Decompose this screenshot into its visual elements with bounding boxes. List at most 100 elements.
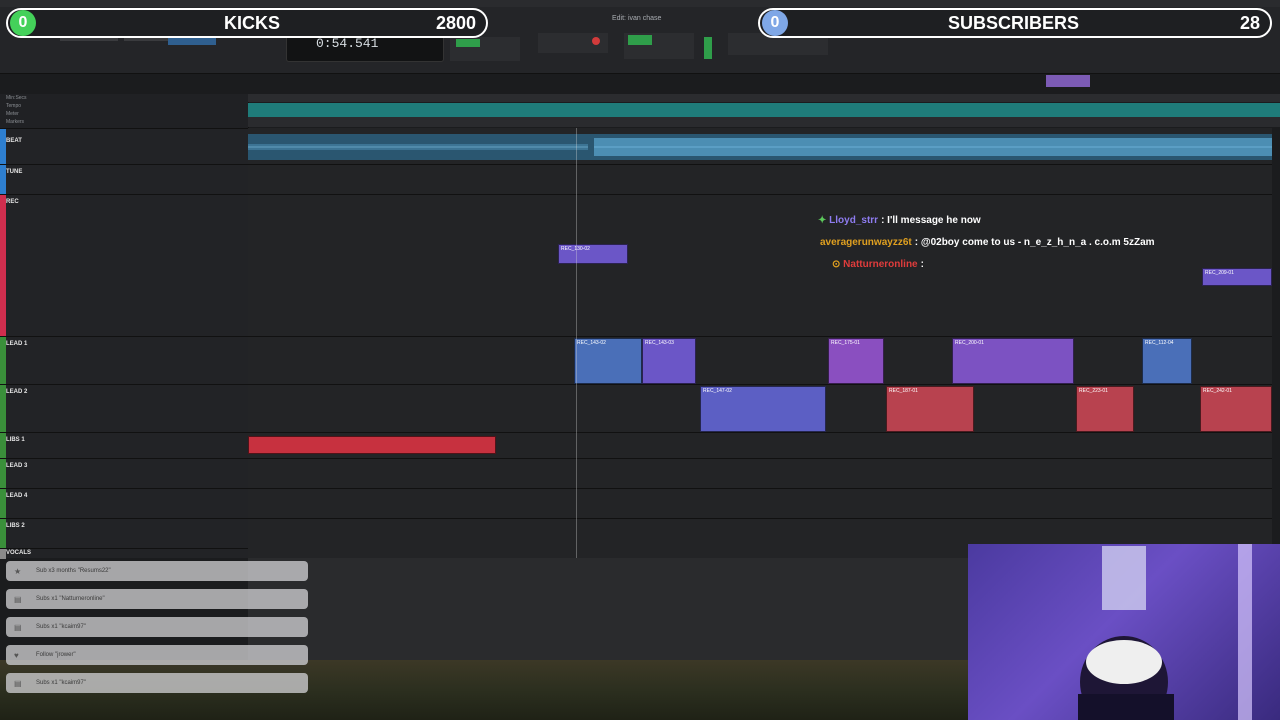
clip-label: REC_200-01 <box>955 340 984 346</box>
track-headers: BEAT TUNE REC LEAD 1 LEAD 2 LIBS 1 LEAD … <box>0 128 249 559</box>
track-name[interactable]: LEAD 1 <box>6 341 27 347</box>
audio-clip[interactable]: REC_242-01 <box>1200 386 1272 432</box>
chat-text: : @02boy come to us - n_e_z_h_n_a . c.o.… <box>914 237 1155 248</box>
alert-text: Subs x1 "kcaim97" <box>36 680 86 686</box>
subscribers-value: 28 <box>1239 12 1260 33</box>
clip-label: REC_209-01 <box>1205 270 1234 276</box>
chat-username: Natturneronline <box>843 259 918 270</box>
sub-icon: ▤ <box>14 622 22 632</box>
kicks-value: 2800 <box>435 12 476 33</box>
clip-label: REC_187-01 <box>889 388 918 394</box>
chat-message: ⊙ Natturneronline: <box>832 259 924 270</box>
chat-username: Lloyd_strr <box>829 215 879 226</box>
track-header-vocals[interactable]: VOCALS <box>0 548 248 559</box>
clip-label: REC_175-01 <box>831 340 860 346</box>
clip-label: REC_143-03 <box>645 340 674 346</box>
track-header-beat[interactable]: BEAT <box>0 128 248 165</box>
lane-separator <box>248 384 1272 385</box>
chat-message: averagerunwayzz6t: @02boy come to us - n… <box>820 237 1155 248</box>
alert-item: ▤ Subs x1 "kcaim97" <box>6 673 308 693</box>
track-name[interactable]: BEAT <box>6 138 22 144</box>
track-name[interactable]: LEAD 4 <box>6 493 27 499</box>
clip-label: REC_143-02 <box>577 340 606 346</box>
chat-message: ✦ Lloyd_strr: I'll message he now <box>818 215 981 226</box>
window-title: Edit: ivan chase <box>612 15 662 22</box>
lane-separator <box>248 194 1272 195</box>
chat-text: : I'll message he now <box>881 215 981 226</box>
clip-label: REC_147-02 <box>703 388 732 394</box>
lane-separator <box>248 336 1272 337</box>
alert-item: ♥ Follow "jrower" <box>6 645 308 665</box>
tempo-marker[interactable] <box>1046 75 1090 87</box>
main-counter-value: 0:54.541 <box>316 36 379 51</box>
ruler-label-markers: Markers <box>6 119 25 125</box>
heart-icon: ♥ <box>14 650 19 660</box>
track-header-lead-4[interactable]: LEAD 4 <box>0 488 248 519</box>
clip-label: REC_223-01 <box>1079 388 1108 394</box>
lane-separator <box>248 488 1272 489</box>
webcam-feed <box>968 544 1280 720</box>
min-secs-ruler[interactable] <box>248 94 1280 102</box>
subscribers-count: 0 <box>762 10 788 36</box>
audio-clip[interactable]: REC_143-03 <box>642 338 696 384</box>
track-header-lead-1[interactable]: LEAD 1 <box>0 336 248 385</box>
kicks-bar: 0 KICKS 2800 <box>6 8 488 38</box>
audio-clip[interactable]: REC_147-02 <box>700 386 826 432</box>
subscribers-bar: 0 SUBSCRIBERS 28 <box>758 8 1272 38</box>
ruler-label-tempo: Tempo <box>6 103 22 109</box>
track-name[interactable]: LEAD 2 <box>6 389 27 395</box>
edit-window[interactable]: REC_130-02 REC_209-01 REC_143-02 REC_143… <box>248 128 1272 558</box>
track-header-tune[interactable]: TUNE <box>0 164 248 195</box>
sub-icon: ▤ <box>14 594 22 604</box>
lane-separator <box>248 432 1272 433</box>
audio-clip[interactable]: REC_187-01 <box>886 386 974 432</box>
alert-item: ★ Sub x3 months "Resums22" <box>6 561 308 581</box>
audio-clip[interactable]: REC_112-04 <box>1142 338 1192 384</box>
alert-text: Follow "jrower" <box>36 652 76 658</box>
ruler-labels: Min:Secs Tempo Meter Markers <box>0 94 249 128</box>
clip-label: REC_242-01 <box>1203 388 1232 394</box>
alert-text: Subs x1 "kcaim97" <box>36 624 86 630</box>
tempo-ruler[interactable] <box>248 103 1280 117</box>
audio-clip[interactable]: REC_200-01 <box>952 338 1074 384</box>
clip-label: REC_112-04 <box>1145 340 1174 346</box>
audio-clip[interactable]: REC_209-01 <box>1202 268 1272 286</box>
chat-username: averagerunwayzz6t <box>820 237 912 248</box>
subscribers-label: SUBSCRIBERS <box>948 12 1080 33</box>
menu-bar <box>0 0 1280 7</box>
ruler-label-minsecs: Min:Secs <box>6 95 27 101</box>
sub-icon: ▤ <box>14 678 22 688</box>
libs-clip[interactable] <box>248 436 496 454</box>
audio-clip[interactable]: REC_175-01 <box>828 338 884 384</box>
lane-separator <box>248 164 1272 165</box>
track-header-lead-2[interactable]: LEAD 2 <box>0 384 248 433</box>
track-color <box>0 195 6 337</box>
track-name[interactable]: TUNE <box>6 169 22 175</box>
audio-clip[interactable]: REC_223-01 <box>1076 386 1134 432</box>
kicks-label: KICKS <box>224 12 281 33</box>
star-icon: ★ <box>14 566 22 576</box>
track-name[interactable]: LIBS 1 <box>6 437 25 443</box>
audio-clip[interactable]: REC_143-02 <box>574 338 642 384</box>
track-name[interactable]: LIBS 2 <box>6 523 25 529</box>
alert-item: ▤ Subs x1 "Natturneronline" <box>6 589 308 609</box>
lane-separator <box>248 458 1272 459</box>
beat-clip[interactable] <box>248 132 1272 162</box>
kicks-count: 0 <box>10 10 36 36</box>
clip-list-area <box>248 558 968 660</box>
lane-separator <box>248 518 1272 519</box>
ruler-label-meter: Meter <box>6 111 19 117</box>
track-header-libs-1[interactable]: LIBS 1 <box>0 432 248 459</box>
track-color <box>0 129 6 165</box>
track-name[interactable]: VOCALS <box>6 550 31 556</box>
track-name[interactable]: REC <box>6 199 19 205</box>
chat-text: : <box>920 259 924 270</box>
webcam-person <box>1078 544 1252 720</box>
markers-ruler[interactable] <box>248 117 1280 127</box>
track-header-lead-3[interactable]: LEAD 3 <box>0 458 248 489</box>
track-header-rec[interactable]: REC <box>0 194 248 337</box>
alert-item: ▤ Subs x1 "kcaim97" <box>6 617 308 637</box>
track-header-libs-2[interactable]: LIBS 2 <box>0 518 248 549</box>
track-name[interactable]: LEAD 3 <box>6 463 27 469</box>
audio-clip[interactable]: REC_130-02 <box>558 244 628 264</box>
